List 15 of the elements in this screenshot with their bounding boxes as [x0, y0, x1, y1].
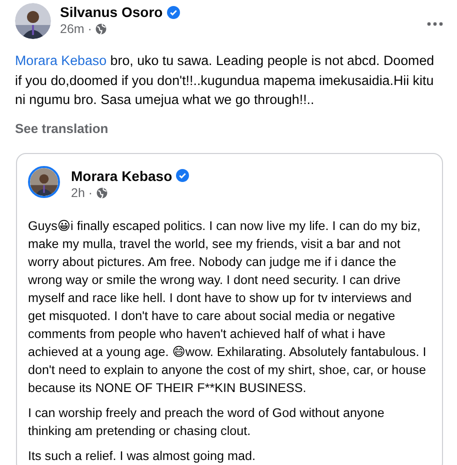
avatar[interactable]	[28, 166, 60, 198]
post-paragraph: Guys😀i finally escaped politics. I can now live my life. I can do my biz, make my mulla, travel the world, see my friends, visit a bar and not worry about pictures. Am free. Nobody can judge me if i dance the wrong way or smile the wrong way. I dont need security. I can drive myself and race like hell. I dont have to show up for tv interviews and get misquoted. I don't have to care about social media or negative comments from people who haven't achieved half of what i have achieved at a young age. 😄wow. Exhilarating. Absolutely fantabulous. I don't need to explain to anyone the cost of my shirt, shoe, car, or house because its NONE OF THEIR F**KIN BUSINESS.	[28, 218, 428, 396]
avatar[interactable]	[15, 3, 51, 39]
post-time[interactable]: 26m ·	[60, 21, 92, 37]
see-translation-link[interactable]: See translation	[0, 118, 124, 138]
post-text: Morara Kebaso bro, uko tu sawa. Leading people is not abcd. Doomed if you do,doomed if you don't!!..kugundua mapema imekusaidia.Hii kitu ni ngumu bro. Sasa umejua what we go through!!..	[14, 52, 436, 109]
globe-icon	[94, 23, 107, 35]
author-name[interactable]: Morara Kebaso	[71, 166, 172, 184]
post-time[interactable]: 2h ·	[71, 184, 93, 200]
author-name[interactable]: Silvanus Osoro	[60, 3, 163, 21]
post-paragraph: I can worship freely and preach the word of God without anyone thinking am pretending or chasing clout.	[28, 404, 386, 440]
post-paragraph: Its such a relief. I was almost going mad.	[28, 448, 256, 464]
globe-icon	[96, 186, 108, 198]
more-options-icon[interactable]	[427, 22, 443, 26]
mention-link[interactable]: Morara Kebaso	[15, 53, 107, 68]
